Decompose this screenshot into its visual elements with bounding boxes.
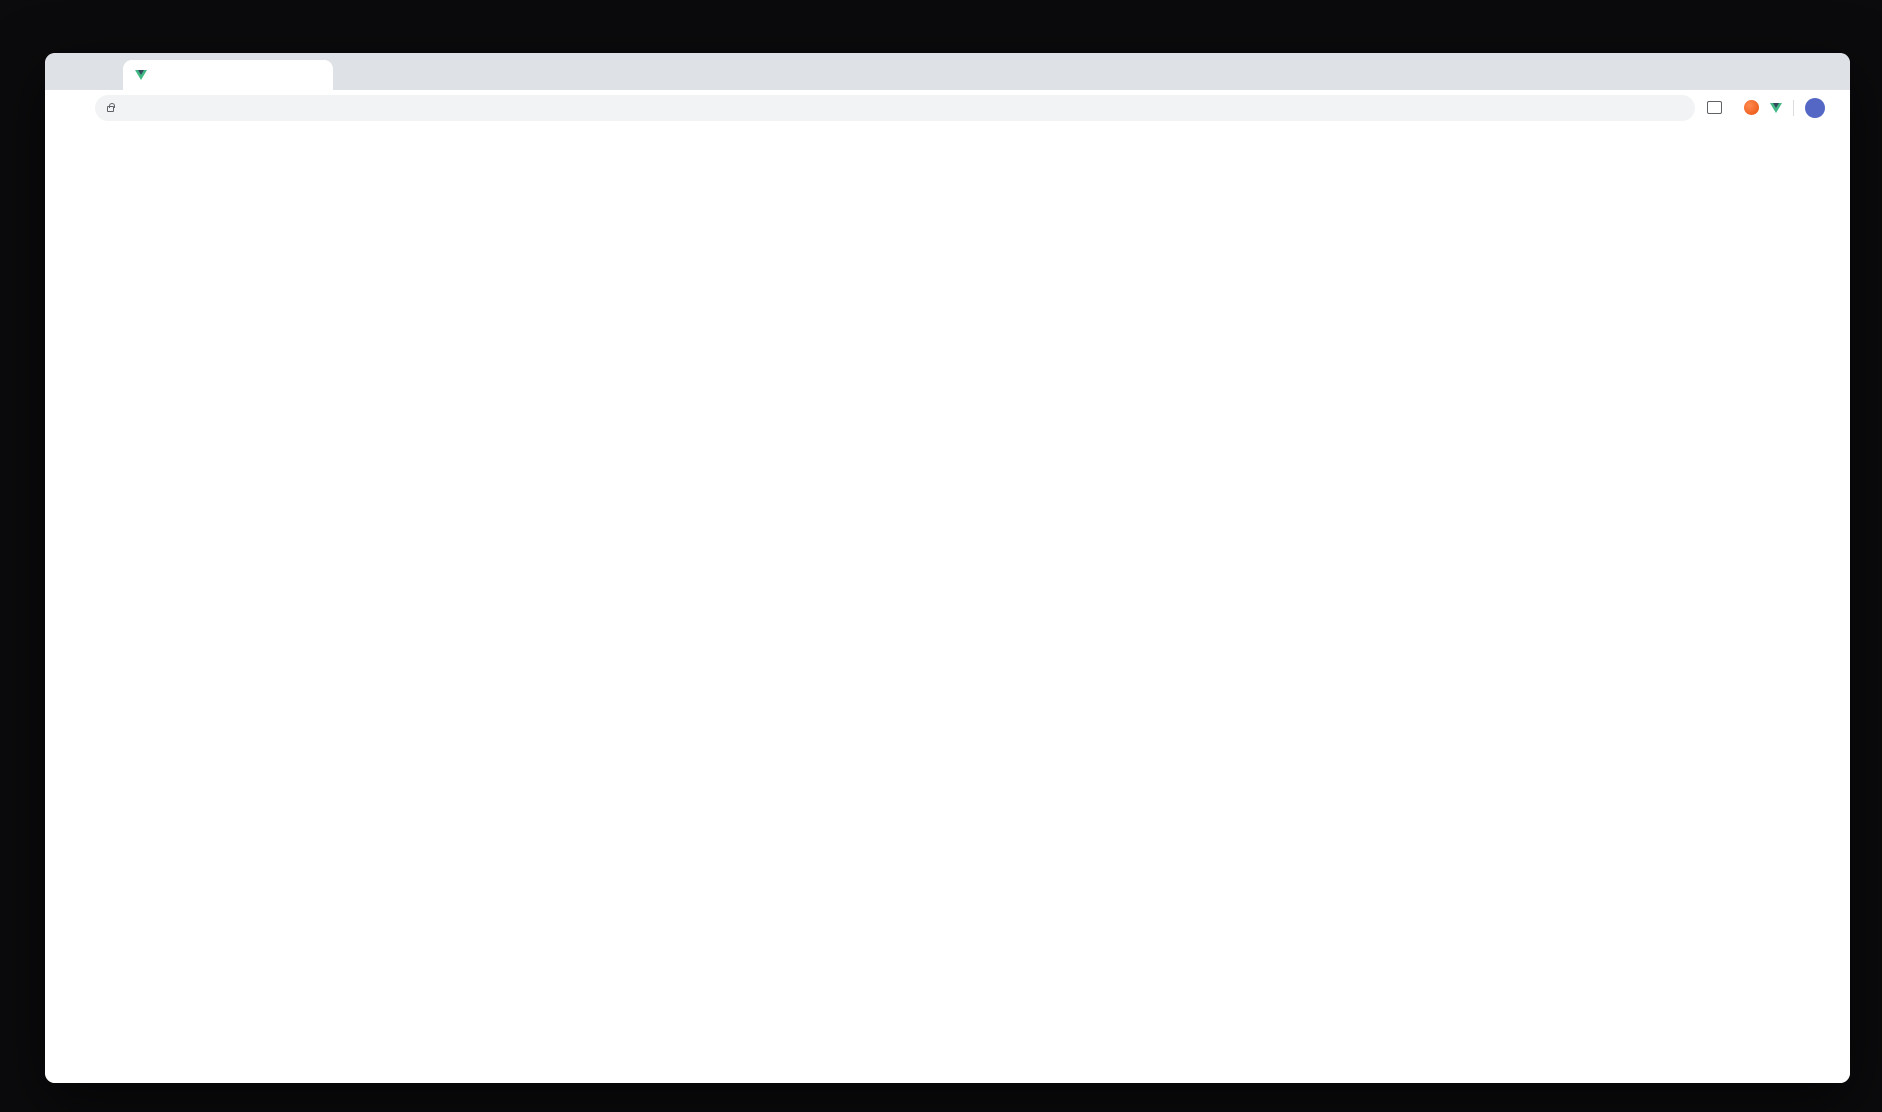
fullscreen-window-button[interactable]: [99, 66, 111, 78]
desktop-background: [0, 0, 1882, 1112]
browser-toolbar: [45, 90, 1850, 125]
extension-icon[interactable]: [1744, 100, 1759, 115]
address-bar[interactable]: [95, 94, 1695, 121]
translate-icon[interactable]: [1707, 101, 1722, 114]
toolbar-right: [1707, 97, 1836, 118]
browser-tab[interactable]: [123, 60, 333, 90]
new-tab-button[interactable]: [333, 61, 361, 89]
vue-devtools-icon[interactable]: [1770, 102, 1782, 113]
close-window-button[interactable]: [59, 66, 71, 78]
vue-favicon: [135, 70, 147, 80]
minimize-window-button[interactable]: [79, 66, 91, 78]
chrome-profile-avatar[interactable]: [1805, 97, 1825, 118]
toolbar-divider: [1793, 99, 1794, 116]
ssl-lock-icon: [107, 103, 115, 112]
browser-tab-strip: [45, 53, 1850, 90]
page-content: [45, 125, 1850, 1083]
window-controls: [59, 66, 111, 78]
browser-window: [45, 53, 1850, 1083]
